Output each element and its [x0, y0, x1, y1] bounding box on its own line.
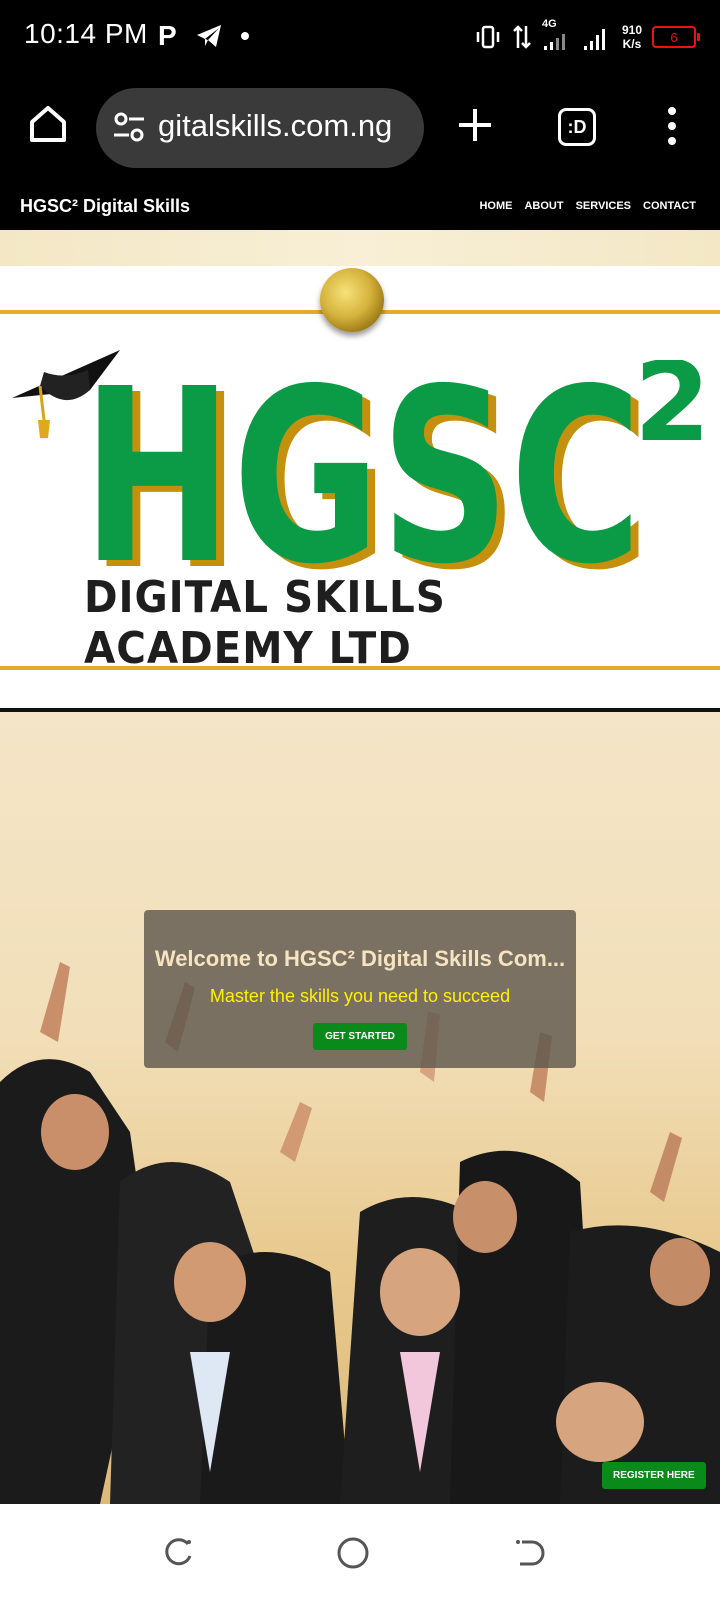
gold-divider-bottom [0, 666, 720, 670]
recent-apps-icon[interactable] [162, 1536, 196, 1570]
overflow-menu-icon[interactable] [662, 104, 682, 148]
site-navbar: HGSC² Digital Skills HOME ABOUT SERVICES… [0, 184, 720, 230]
battery-level: 6 [670, 29, 678, 45]
home-nav-icon[interactable] [336, 1536, 370, 1570]
tab-switcher-button[interactable]: :D [558, 108, 596, 146]
nav-about[interactable]: ABOUT [524, 200, 563, 212]
net-speed-unit: K/s [622, 37, 642, 51]
logo-superscript: 2 [634, 360, 702, 466]
browser-toolbar: gitalskills.com.ng :D [0, 74, 720, 184]
signal-icon-1: 4G [542, 18, 572, 52]
status-left-icons: P [158, 20, 249, 52]
net-speed-value: 910 [621, 23, 642, 37]
site-title[interactable]: HGSC² Digital Skills [20, 196, 190, 217]
new-tab-icon[interactable] [456, 106, 494, 144]
nav-home[interactable]: HOME [479, 200, 512, 212]
logo-subtitle: DIGITAL SKILLS ACADEMY LTD [84, 572, 446, 674]
logo-top-band [0, 230, 720, 266]
battery-icon: 6 [652, 26, 700, 48]
get-started-button[interactable]: GET STARTED [313, 1023, 407, 1050]
network-type: 4G [541, 18, 557, 30]
nav-contact[interactable]: CONTACT [643, 200, 696, 212]
dot-icon [240, 32, 249, 40]
net-speed: 910 K/s [622, 23, 642, 51]
vibrate-icon [476, 25, 500, 49]
status-time: 10:14 PM [24, 18, 148, 49]
url-bar[interactable]: gitalskills.com.ng [96, 88, 424, 168]
site-settings-icon[interactable] [112, 110, 146, 144]
telegram-icon [196, 25, 221, 47]
parking-icon: P [158, 20, 177, 51]
logo-text: HGSC [82, 360, 642, 580]
status-bar: 10:14 PM P 4G 910 K/s 6 [0, 0, 720, 74]
welcome-card: Welcome to HGSC² Digital Skills Com... M… [144, 910, 576, 1068]
nav-services[interactable]: SERVICES [576, 200, 631, 212]
hero-section: Welcome to HGSC² Digital Skills Com... M… [0, 712, 720, 1504]
status-right: 4G 910 K/s 6 [474, 18, 700, 56]
data-arrows-icon [513, 25, 531, 49]
graduates-photo [0, 962, 720, 1504]
nav-links: HOME ABOUT SERVICES CONTACT [479, 200, 696, 212]
welcome-title: Welcome to HGSC² Digital Skills Com... [154, 946, 566, 971]
register-button[interactable]: REGISTER HERE [602, 1462, 706, 1489]
url-text[interactable]: gitalskills.com.ng [158, 108, 414, 144]
back-icon[interactable] [512, 1536, 546, 1570]
home-icon[interactable] [26, 102, 70, 146]
logo-banner: HGSC HGSC 2 DIGITAL SKILLS ACADEMY LTD [0, 230, 720, 713]
system-navigation-bar [0, 1504, 720, 1600]
logo-letters: HGSC HGSC 2 [82, 360, 702, 580]
welcome-subtitle: Master the skills you need to succeed [209, 986, 511, 1006]
signal-icon [583, 29, 605, 50]
gold-medal-icon [320, 268, 384, 332]
